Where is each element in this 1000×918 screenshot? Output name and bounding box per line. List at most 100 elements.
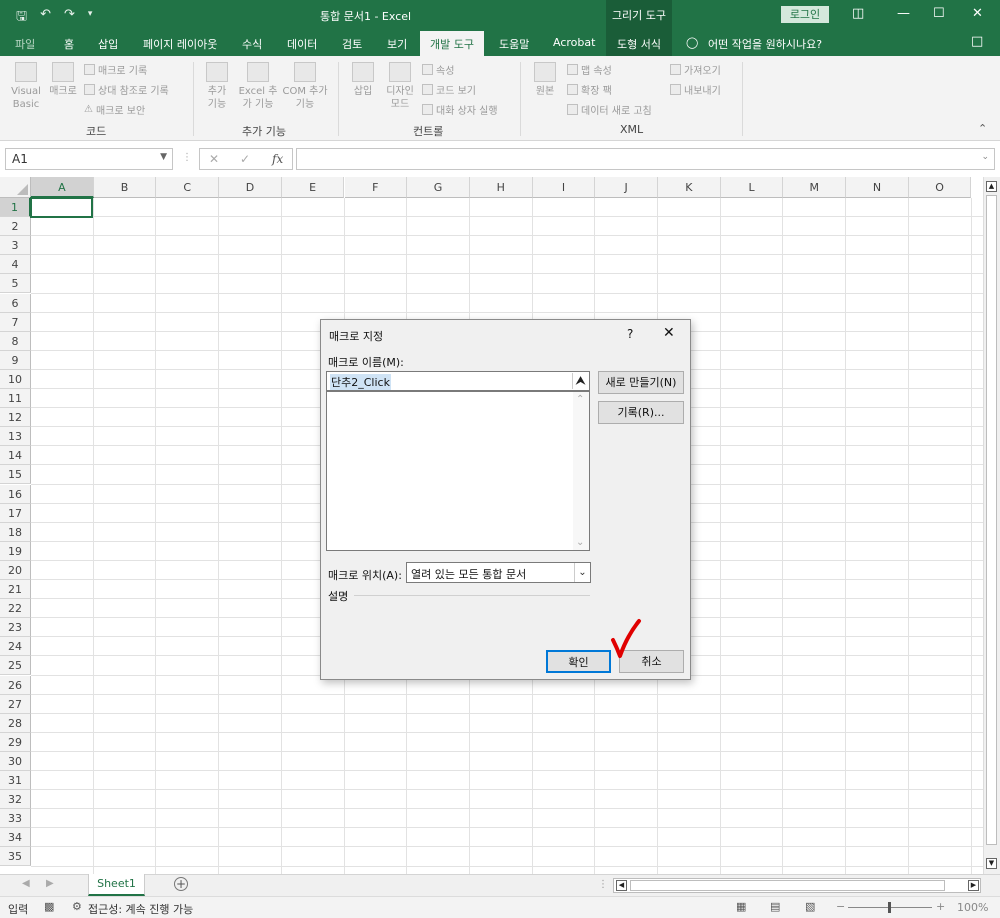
export-button[interactable]: 내보내기 (670, 82, 721, 97)
row-header-17[interactable]: 17 (0, 503, 31, 523)
row-header-8[interactable]: 8 (0, 331, 31, 351)
column-header-M[interactable]: M (783, 177, 847, 198)
accessibility-icon[interactable]: ⚙ (72, 900, 82, 913)
name-box[interactable]: A1 ▼ (5, 148, 173, 170)
ribbon-display-icon[interactable]: ◫ (852, 6, 864, 21)
tab-review[interactable]: 검토 (342, 36, 362, 52)
run-dialog-button[interactable]: 대화 상자 실행 (422, 102, 498, 117)
row-header-25[interactable]: 25 (0, 656, 31, 676)
comments-icon[interactable]: □ (971, 34, 983, 49)
row-header-14[interactable]: 14 (0, 446, 31, 466)
row-header-2[interactable]: 2 (0, 217, 31, 237)
scroll-down-icon[interactable]: ⌄ (576, 537, 584, 548)
minimize-icon[interactable]: — (897, 6, 910, 21)
row-header-13[interactable]: 13 (0, 427, 31, 447)
scroll-right-icon[interactable]: ▶ (968, 880, 979, 891)
undo-icon[interactable]: ↶ (40, 7, 51, 29)
com-addins-button[interactable]: COM 추가 기능 (282, 62, 328, 111)
view-code-button[interactable]: 코드 보기 (422, 82, 476, 97)
column-header-A[interactable]: A (31, 177, 94, 198)
row-header-9[interactable]: 9 (0, 350, 31, 370)
record-macro-button[interactable]: 매크로 기록 (84, 62, 147, 77)
zoom-slider-handle[interactable] (888, 902, 891, 913)
chevron-down-icon[interactable]: ⌄ (574, 563, 590, 582)
macro-list[interactable]: ⌃ ⌄ (326, 391, 590, 551)
scroll-up-icon[interactable]: ▲ (986, 181, 997, 192)
column-header-D[interactable]: D (219, 177, 282, 198)
visual-basic-button[interactable]: Visual Basic (8, 62, 44, 111)
row-header-1[interactable]: 1 (0, 198, 31, 218)
customize-qat-icon[interactable]: ▾ (88, 9, 93, 29)
page-layout-view-icon[interactable]: ▤ (770, 900, 780, 913)
close-icon[interactable]: ✕ (663, 325, 675, 341)
expansion-packs-button[interactable]: 확장 팩 (567, 82, 612, 97)
properties-button[interactable]: 속성 (422, 62, 454, 77)
sheet-tab-sheet1[interactable]: Sheet1 (88, 874, 145, 896)
tab-help[interactable]: 도움말 (499, 36, 529, 52)
macro-record-icon[interactable]: ▩ (44, 900, 54, 913)
tab-home[interactable]: 홈 (64, 36, 74, 52)
collapse-dialog-icon[interactable]: ⮝ (572, 373, 588, 389)
vertical-scrollbar[interactable]: ▲ ▼ (983, 177, 1000, 874)
row-header-31[interactable]: 31 (0, 771, 31, 791)
row-header-15[interactable]: 15 (0, 465, 31, 485)
column-header-C[interactable]: C (156, 177, 220, 198)
tab-insert[interactable]: 삽입 (98, 36, 118, 52)
column-header-J[interactable]: J (595, 177, 658, 198)
prev-sheet-icon[interactable]: ◀ (22, 878, 30, 889)
macros-button[interactable]: 매크로 (46, 62, 80, 98)
collapse-ribbon-icon[interactable]: ⌃ (978, 122, 987, 135)
row-header-33[interactable]: 33 (0, 809, 31, 829)
xml-source-button[interactable]: 원본 (530, 62, 560, 98)
column-header-I[interactable]: I (532, 177, 596, 198)
cancel-icon[interactable]: ✕ (209, 152, 219, 166)
accessibility-status[interactable]: 접근성: 계속 진행 가능 (88, 901, 193, 917)
selected-cell-a1[interactable] (30, 197, 93, 218)
chevron-down-icon[interactable]: ▼ (160, 152, 167, 162)
tab-page-layout[interactable]: 페이지 레이아웃 (143, 36, 217, 52)
column-header-E[interactable]: E (281, 177, 345, 198)
horizontal-scrollbar[interactable]: ◀ ▶ (613, 878, 981, 893)
new-macro-button[interactable]: 새로 만들기(N) (598, 371, 684, 394)
row-header-12[interactable]: 12 (0, 408, 31, 428)
addins-button[interactable]: 추가 기능 (200, 62, 234, 111)
row-header-6[interactable]: 6 (0, 293, 31, 313)
row-header-19[interactable]: 19 (0, 541, 31, 561)
row-header-7[interactable]: 7 (0, 312, 31, 332)
horizontal-scroll-thumb[interactable] (630, 880, 945, 891)
row-header-4[interactable]: 4 (0, 255, 31, 275)
column-header-K[interactable]: K (658, 177, 721, 198)
macro-location-select[interactable]: 열려 있는 모든 통합 문서 ⌄ (406, 562, 591, 583)
row-header-5[interactable]: 5 (0, 274, 31, 294)
row-header-35[interactable]: 35 (0, 847, 31, 867)
macro-name-input[interactable]: 단추2_Click ⮝ (326, 371, 590, 391)
column-header-O[interactable]: O (908, 177, 972, 198)
normal-view-icon[interactable]: ▦ (736, 900, 746, 913)
column-header-N[interactable]: N (846, 177, 909, 198)
zoom-level[interactable]: 100% (957, 901, 988, 914)
tab-view[interactable]: 보기 (387, 36, 407, 52)
tab-data[interactable]: 데이터 (287, 36, 317, 52)
row-header-20[interactable]: 20 (0, 560, 31, 580)
import-button[interactable]: 가져오기 (670, 62, 721, 77)
column-header-F[interactable]: F (344, 177, 408, 198)
expand-formula-icon[interactable]: ⌄ (981, 152, 989, 162)
maximize-icon[interactable]: ☐ (933, 6, 945, 21)
zoom-in-icon[interactable]: + (936, 900, 945, 913)
scroll-down-icon[interactable]: ▼ (986, 858, 997, 869)
next-sheet-icon[interactable]: ▶ (46, 878, 54, 889)
row-header-29[interactable]: 29 (0, 732, 31, 752)
relative-reference-button[interactable]: 상대 참조로 기록 (84, 82, 169, 97)
row-header-34[interactable]: 34 (0, 828, 31, 848)
excel-addins-button[interactable]: Excel 추가 기능 (236, 62, 280, 111)
scroll-left-icon[interactable]: ◀ (616, 880, 627, 891)
row-header-18[interactable]: 18 (0, 522, 31, 542)
enter-icon[interactable]: ✓ (240, 152, 250, 166)
formula-input[interactable]: ⌄ (296, 148, 995, 170)
design-mode-button[interactable]: 디자인 모드 (382, 62, 418, 111)
zoom-out-icon[interactable]: − (836, 900, 845, 913)
row-header-32[interactable]: 32 (0, 790, 31, 810)
save-icon[interactable]: 🖫 (16, 7, 27, 29)
ok-button[interactable]: 확인 (546, 650, 611, 673)
tab-shape-format[interactable]: 도형 서식 (606, 31, 672, 56)
